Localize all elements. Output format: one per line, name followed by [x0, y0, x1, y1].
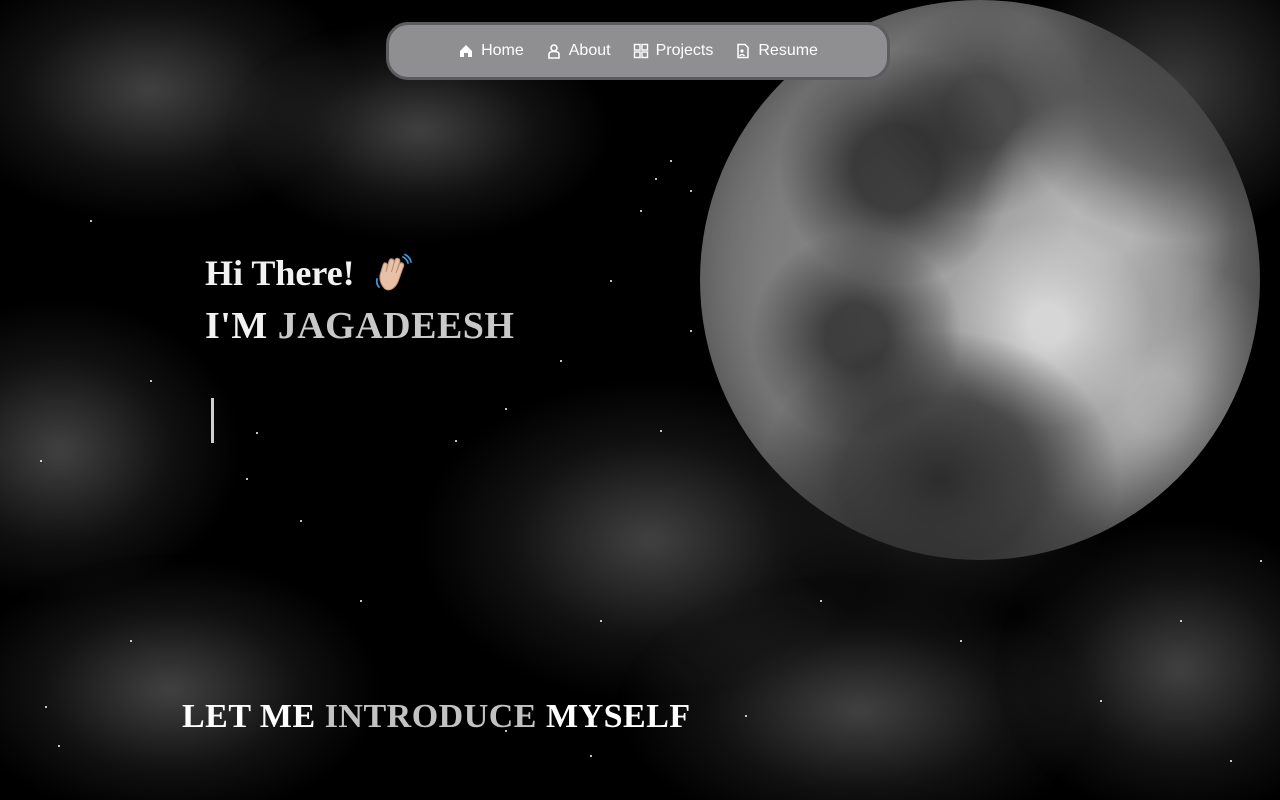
nav-item-resume[interactable]: Resume	[735, 42, 818, 60]
greeting-heading: Hi There!	[205, 250, 515, 296]
star	[150, 380, 152, 382]
star	[90, 220, 92, 222]
typewriter-cursor	[211, 398, 214, 443]
moon-fog	[760, 330, 1120, 630]
document-icon	[735, 43, 751, 59]
star	[1100, 700, 1102, 702]
star	[600, 620, 602, 622]
star	[670, 160, 672, 162]
star	[655, 178, 657, 180]
star	[130, 640, 132, 642]
nav-item-label: Resume	[758, 42, 818, 59]
intro-text-part1: LET ME	[182, 698, 316, 735]
star	[690, 330, 692, 332]
nav-item-home[interactable]: Home	[458, 42, 524, 60]
star	[1180, 620, 1182, 622]
home-icon	[458, 43, 474, 59]
introduce-heading: LET ME INTRODUCE MYSELF	[182, 698, 691, 736]
nav-item-about[interactable]: About	[546, 42, 611, 60]
star	[300, 520, 302, 522]
cloud	[0, 560, 380, 800]
star	[58, 745, 60, 747]
navbar: Home About Projects Resume	[386, 22, 890, 80]
star	[690, 190, 692, 192]
star	[660, 430, 662, 432]
name-heading: I'M JAGADEESH	[205, 304, 515, 348]
intro-text-part2: MYSELF	[546, 698, 691, 735]
nav-item-label: Projects	[655, 42, 714, 59]
hero-section: Hi There! I'M JAGADEESH	[205, 250, 515, 348]
star	[745, 715, 747, 717]
star	[45, 706, 47, 708]
star	[820, 600, 822, 602]
star	[1230, 760, 1232, 762]
background-starfield	[0, 0, 1280, 800]
grid-icon	[633, 43, 649, 59]
cloud	[0, 300, 240, 600]
intro-text-highlight: INTRODUCE	[324, 698, 537, 735]
star	[360, 600, 362, 602]
star	[640, 210, 642, 212]
star	[455, 440, 457, 442]
nav-item-label: Home	[481, 42, 524, 59]
user-icon	[546, 43, 562, 59]
nav-item-projects[interactable]: Projects	[633, 42, 714, 60]
star	[256, 432, 258, 434]
nav-item-label: About	[568, 42, 611, 59]
greeting-text: Hi There!	[205, 253, 355, 293]
star	[610, 280, 612, 282]
star	[560, 360, 562, 362]
star	[40, 460, 42, 462]
name-prefix: I'M	[205, 305, 268, 347]
star	[590, 755, 592, 757]
star	[505, 408, 507, 410]
waving-hand-icon	[373, 253, 413, 293]
star	[960, 640, 962, 642]
star	[1260, 560, 1262, 562]
star	[246, 478, 248, 480]
name-highlight: JAGADEESH	[277, 305, 515, 347]
